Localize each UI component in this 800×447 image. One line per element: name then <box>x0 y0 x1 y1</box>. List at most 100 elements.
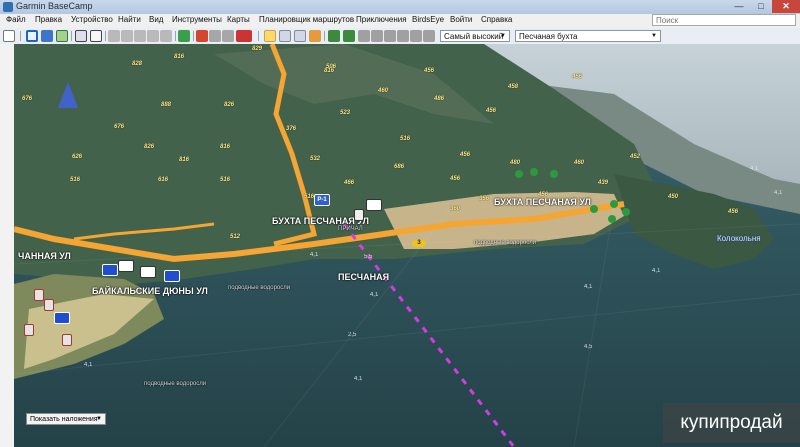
vehicle-profile-icon[interactable] <box>236 30 252 42</box>
elevation-label: 616 <box>158 177 169 183</box>
minimize-button[interactable]: — <box>728 0 750 13</box>
map-view-3d-icon[interactable] <box>41 30 53 42</box>
elevation-label: 826 <box>224 102 235 108</box>
elevation-label: 516 <box>400 136 411 142</box>
toolbar-separator <box>175 31 176 41</box>
building-icon[interactable] <box>354 209 364 221</box>
tool-a-icon[interactable] <box>358 30 370 42</box>
elevation-label: 486 <box>434 96 445 102</box>
draw-route-icon[interactable] <box>121 30 133 42</box>
depth-label: 4,1 <box>584 284 593 290</box>
library-panel-collapsed[interactable] <box>0 44 15 447</box>
menu-signin[interactable]: Войти <box>450 15 472 24</box>
route-edit-icon[interactable] <box>222 30 234 42</box>
elevation-label: 516 <box>220 177 231 183</box>
magnifier-icon[interactable] <box>294 30 306 42</box>
poi-icon[interactable] <box>118 260 134 272</box>
new-waypoint-icon[interactable] <box>108 30 120 42</box>
send-to-device-icon[interactable] <box>178 30 190 42</box>
depth-label: 4,1 <box>370 292 379 298</box>
elevation-label: 456 <box>486 108 497 114</box>
elevation-label: 523 <box>340 110 351 116</box>
elevation-label: 480 <box>510 160 521 166</box>
elevation-label: 356 <box>479 196 490 202</box>
menu-edit[interactable]: Правка <box>35 15 62 24</box>
maximize-button[interactable]: □ <box>750 0 772 13</box>
download-icon[interactable] <box>328 30 340 42</box>
street-label: ЧАННАЯ УЛ <box>18 251 71 261</box>
menu-file[interactable]: Файл <box>6 15 26 24</box>
directions-icon[interactable] <box>196 30 208 42</box>
elevation-label: 376 <box>286 126 297 132</box>
feature-label: подводные водоросли <box>228 285 291 291</box>
window-title: Garmin BaseCamp <box>16 1 93 11</box>
toolbar-separator <box>324 31 325 41</box>
title-bar: Garmin BaseCamp — □ ✕ <box>0 0 800 15</box>
zoom-icon[interactable] <box>279 30 291 42</box>
search-input[interactable] <box>652 14 796 26</box>
chevron-down-icon: ▼ <box>651 33 657 39</box>
map-product-select[interactable]: Песчаная бухта ▼ <box>515 30 661 42</box>
window-icon[interactable] <box>75 30 87 42</box>
elevation-label: 829 <box>252 46 263 52</box>
house-icon[interactable] <box>62 334 72 346</box>
depth-label: 5,5 <box>364 254 373 260</box>
layer-icon[interactable] <box>56 30 68 42</box>
place-label: ПЕСЧАНАЯ <box>338 272 390 282</box>
tool-b-icon[interactable] <box>371 30 383 42</box>
toolbar-separator <box>193 31 194 41</box>
menu-help[interactable]: Справка <box>481 15 512 24</box>
tree-icon <box>610 200 618 208</box>
measure-icon[interactable] <box>147 30 159 42</box>
settings-icon[interactable] <box>90 30 102 42</box>
elevation-label: 458 <box>508 84 519 90</box>
elevation-label: 456 <box>450 176 461 182</box>
restaurant-icon[interactable] <box>140 266 156 278</box>
menu-route-planner[interactable]: Планировщик маршрутов <box>259 15 354 24</box>
house-icon[interactable] <box>34 289 44 301</box>
redo-icon[interactable] <box>423 30 435 42</box>
overlay-select-label: Показать наложения <box>30 416 98 423</box>
menu-maps[interactable]: Карты <box>227 15 250 24</box>
house-icon[interactable] <box>44 299 54 311</box>
road-sign-icon[interactable]: Р-1 <box>314 194 330 206</box>
close-button[interactable]: ✕ <box>772 0 800 13</box>
elevation-label: 676 <box>22 96 33 102</box>
depth-label: 4,1 <box>354 376 363 382</box>
elevation-label: 439 <box>598 180 609 186</box>
library-toggle-icon[interactable] <box>3 30 15 42</box>
house-icon[interactable] <box>24 324 34 336</box>
map-marker-icon[interactable]: 3 <box>412 240 426 247</box>
depth-label: 4,1 <box>84 362 93 368</box>
elevation-label: 450 <box>668 194 679 200</box>
detail-level-select[interactable]: Самый высокий ▼ <box>440 30 510 42</box>
toolbar-separator <box>258 31 259 41</box>
menu-tools[interactable]: Инструменты <box>172 15 222 24</box>
menu-birdseye[interactable]: BirdsEye <box>412 15 444 24</box>
poi-icon[interactable] <box>54 312 70 324</box>
overlay-select[interactable]: Показать наложения ▼ <box>26 413 106 425</box>
upload-icon[interactable] <box>343 30 355 42</box>
edit-icon[interactable] <box>160 30 172 42</box>
draw-track-icon[interactable] <box>134 30 146 42</box>
menu-find[interactable]: Найти <box>118 15 141 24</box>
poi-icon[interactable] <box>164 270 180 282</box>
undo-icon[interactable] <box>410 30 422 42</box>
pencil-icon[interactable] <box>309 30 321 42</box>
menu-adventures[interactable]: Приключения <box>356 15 407 24</box>
delete-icon[interactable] <box>397 30 409 42</box>
route-icon[interactable] <box>209 30 221 42</box>
menu-device[interactable]: Устройство <box>71 15 113 24</box>
map-canvas[interactable]: БУХТА ПЕСЧАНАЯ УЛ БУХТА ПЕСЧАНАЯ УЛ ЧАНН… <box>14 44 800 447</box>
map-view-2d-icon[interactable] <box>26 30 38 42</box>
tool-c-icon[interactable] <box>384 30 396 42</box>
menu-view[interactable]: Вид <box>149 15 163 24</box>
hand-pan-icon[interactable] <box>264 30 276 42</box>
north-arrow-icon <box>58 82 78 108</box>
restaurant-icon[interactable] <box>366 199 382 211</box>
poi-icon[interactable] <box>102 264 118 276</box>
tree-icon <box>590 205 598 213</box>
tree-icon <box>515 170 523 178</box>
elevation-label: 826 <box>144 144 155 150</box>
depth-label: 4,1 <box>750 166 759 172</box>
